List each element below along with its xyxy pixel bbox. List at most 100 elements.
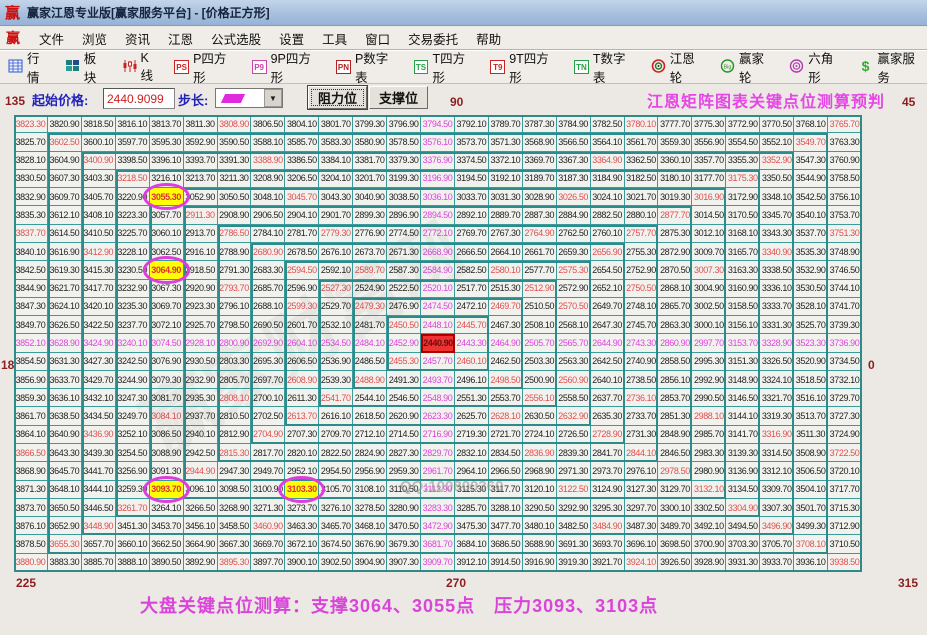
grid-cell[interactable]: 2666.50 [454,242,489,262]
grid-cell[interactable]: 3021.70 [624,188,659,207]
grid-cell[interactable]: 2853.70 [658,389,693,408]
grid-cell[interactable]: 3588.10 [251,133,286,152]
step-dropdown[interactable]: ▼ [215,88,283,108]
grid-cell[interactable]: 2786.50 [217,224,252,243]
grid-cell[interactable]: 3280.90 [387,498,422,518]
grid-cell[interactable]: 3141.70 [726,425,761,445]
grid-cell[interactable]: 2774.50 [387,224,422,243]
grid-cell[interactable]: 2570.50 [556,297,591,317]
grid-cell[interactable]: 3912.10 [454,553,489,572]
grid-cell[interactable]: 2508.10 [522,316,557,335]
grid-cell[interactable]: 3302.50 [692,498,727,518]
grid-cell[interactable]: 3170.50 [726,206,761,225]
grid-cell[interactable]: 2863.30 [658,316,693,335]
grid-cell[interactable]: 2781.70 [285,224,320,243]
grid-cell[interactable]: 2815.30 [217,444,252,463]
grid-cell[interactable]: 3564.10 [590,133,625,152]
grid-cell[interactable]: 3432.10 [81,389,116,408]
grid-cell[interactable]: 2608.90 [285,370,320,390]
grid-cell[interactable]: 2481.70 [353,316,388,335]
grid-cell[interactable]: 3816.10 [115,115,150,134]
grid-cell[interactable]: 3832.90 [14,188,48,207]
grid-cell[interactable]: 2743.30 [624,334,659,353]
grid-cell[interactable]: 3158.50 [726,297,761,317]
grid-cell[interactable]: 2992.90 [692,370,727,390]
grid-cell[interactable]: 3888.10 [115,553,150,572]
grid-cell[interactable]: 2714.50 [387,425,422,445]
grid-cell[interactable]: 2901.70 [319,206,354,225]
menu-item-浏览[interactable]: 浏览 [73,27,116,50]
grid-cell[interactable]: 3249.70 [115,407,150,426]
grid-cell[interactable]: 3468.10 [353,517,388,536]
grid-cell[interactable]: 3638.50 [47,407,82,426]
grid-cell[interactable]: 2496.10 [454,370,489,390]
grid-cell[interactable]: 2911.30 [183,206,218,225]
toolbar-item-六角形[interactable]: 六角形 [789,48,845,86]
grid-cell[interactable]: 2671.30 [387,242,422,262]
grid-cell[interactable]: 2779.30 [319,224,354,243]
grid-cell[interactable]: 2503.30 [522,352,557,371]
grid-cell[interactable]: 2683.30 [251,261,286,280]
grid-cell[interactable]: 3890.50 [149,553,184,572]
grid-cell[interactable]: 2517.70 [454,279,489,298]
grid-cell[interactable]: 2455.30 [387,352,422,371]
grid-cell[interactable]: 2978.50 [658,462,693,481]
grid-cell[interactable]: 2976.10 [624,462,659,481]
toolbar-item-T数字表[interactable]: TN T数字表 [574,48,638,86]
grid-cell[interactable]: 2546.50 [387,389,422,408]
grid-cell[interactable]: 3391.30 [217,151,252,170]
grid-cell[interactable]: 2524.90 [353,279,388,298]
toolbar-item-行情[interactable]: 行情 [8,48,52,86]
grid-cell[interactable]: 2700.10 [251,389,286,408]
grid-cell[interactable]: 2491.30 [387,370,422,390]
grid-cell[interactable]: 3660.10 [115,535,150,554]
grid-cell[interactable]: 3436.90 [81,425,116,445]
grid-cell[interactable]: 3672.10 [285,535,320,554]
grid-cell[interactable]: 3837.70 [14,224,48,243]
grid-cell[interactable]: 3861.70 [14,407,48,426]
menu-item-帮助[interactable]: 帮助 [467,27,510,50]
grid-cell[interactable]: 3652.90 [47,517,82,536]
grid-cell[interactable]: 3319.30 [760,407,795,426]
grid-cell[interactable]: 3703.30 [726,535,761,554]
grid-cell[interactable]: 2875.30 [658,224,693,243]
grid-cell[interactable]: 3024.10 [590,188,625,207]
grid-cell[interactable]: 3933.70 [760,553,795,572]
grid-cell[interactable]: 2908.90 [217,206,252,225]
grid-cell[interactable]: 2721.70 [488,425,523,445]
grid-cell[interactable]: 3681.70 [421,535,455,554]
grid-cell[interactable]: 3501.70 [794,498,829,518]
grid-cell[interactable]: 3907.30 [387,553,422,572]
grid-cell[interactable]: 2443.30 [454,334,489,353]
grid-cell[interactable]: 3079.30 [149,370,184,390]
grid-cell[interactable]: 3400.90 [81,151,116,170]
grid-cell[interactable]: 3098.50 [217,480,252,499]
grid-cell[interactable]: 3849.70 [14,316,48,335]
grid-cell[interactable]: 3146.50 [726,389,761,408]
grid-cell[interactable]: 2752.90 [624,261,659,280]
grid-cell[interactable]: 3446.50 [81,498,116,518]
toolbar-item-9T四方形[interactable]: T9 9T四方形 [490,48,561,86]
grid-cell[interactable]: 2505.70 [522,334,557,353]
grid-cell[interactable]: 3316.90 [760,425,795,445]
grid-cell[interactable]: 2647.30 [590,316,625,335]
grid-cell[interactable]: 3441.70 [81,462,116,481]
grid-cell[interactable]: 3285.70 [454,498,489,518]
grid-cell[interactable]: 3175.30 [726,169,761,189]
grid-cell[interactable]: 3808.90 [217,115,252,134]
grid-cell[interactable]: 3878.50 [14,535,48,554]
grid-cell[interactable]: 2803.30 [217,352,252,371]
grid-cell[interactable]: 3465.70 [319,517,354,536]
grid-cell[interactable]: 2532.10 [319,316,354,335]
grid-cell[interactable]: 3693.70 [590,535,625,554]
grid-cell[interactable]: 3852.10 [14,334,48,353]
grid-cell[interactable]: 3530.50 [794,279,829,298]
grid-cell[interactable]: 3340.90 [760,242,795,262]
grid-cell[interactable]: 3856.90 [14,370,48,390]
menu-item-江恩[interactable]: 江恩 [159,27,202,50]
grid-cell[interactable]: 3765.70 [828,115,862,134]
toolbar-item-P数字表[interactable]: PN P数字表 [336,48,400,86]
grid-cell[interactable]: 3873.70 [14,498,48,518]
grid-cell[interactable]: 3374.50 [454,151,489,170]
grid-cell[interactable]: 2769.70 [454,224,489,243]
